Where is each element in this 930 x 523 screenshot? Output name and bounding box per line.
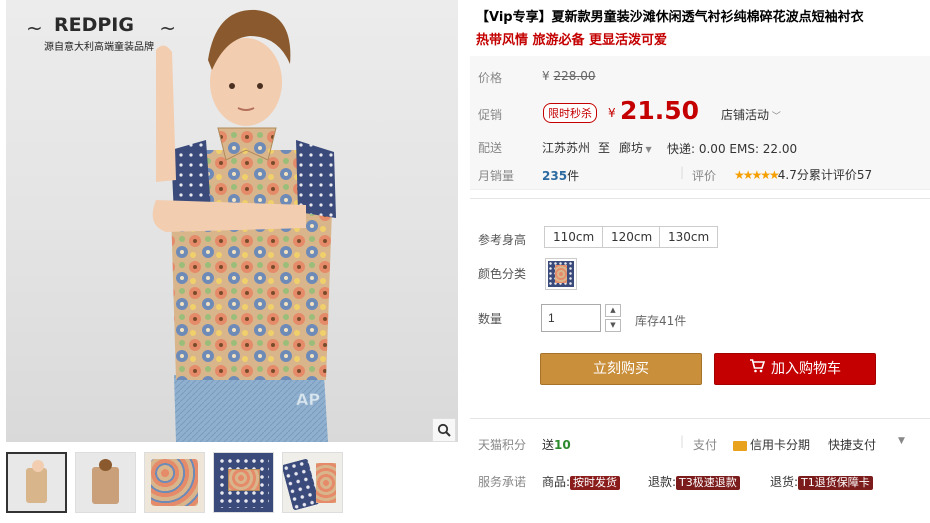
quantity-input[interactable]	[541, 304, 601, 332]
triangle-down-icon: ▼	[643, 145, 652, 154]
brand-tagline: 源自意大利高端童装品牌	[44, 42, 154, 53]
service-refund[interactable]: 退款: T3极速退款	[648, 473, 740, 490]
ship-from: 江苏苏州	[542, 141, 591, 155]
shipping-fee: 快递: 0.00 EMS: 22.00	[667, 142, 798, 156]
monthly-sales-label: 月销量	[478, 169, 515, 183]
cart-icon	[749, 354, 766, 384]
brand-logo: ~ REDPIG ~ 源自意大利高端童装品牌	[26, 8, 176, 53]
height-label: 参考身高	[478, 233, 527, 247]
service-return[interactable]: 退货: T1退货保障卡	[770, 473, 873, 490]
rating-summary[interactable]: ★★★★★4.7分累计评价57	[734, 166, 872, 183]
thumbnail-2[interactable]	[75, 452, 136, 513]
chevron-down-icon: ﹀	[769, 112, 781, 122]
promo-label: 促销	[478, 108, 503, 122]
ship-to-word: 至	[598, 141, 611, 155]
original-price: ¥ 228.00	[542, 69, 596, 83]
swirl-right-icon: ~	[159, 16, 176, 40]
color-option-swatch[interactable]	[545, 258, 577, 290]
quantity-label: 数量	[478, 312, 503, 326]
zoom-icon[interactable]	[432, 418, 456, 442]
credit-installment[interactable]: 信用卡分期	[733, 436, 810, 453]
store-promo-dropdown[interactable]: 店铺活动 ﹀	[721, 106, 781, 123]
service-label: 服务承诺	[478, 475, 527, 489]
quantity-increase-icon[interactable]: ▲	[605, 304, 621, 317]
quantity-decrease-icon[interactable]: ▼	[605, 319, 621, 332]
ship-to-select[interactable]: 廊坊 ▼	[619, 139, 652, 156]
size-option-130[interactable]: 130cm	[659, 226, 719, 248]
thumbnail-1[interactable]	[6, 452, 67, 513]
product-photo: AP	[152, 9, 336, 442]
shipping-label: 配送	[478, 141, 503, 155]
product-title: 【Vip专享】夏新款男童装沙滩休闲透气衬衫纯棉碎花波点短袖衬衣	[476, 10, 864, 25]
size-option-110[interactable]: 110cm	[544, 226, 604, 248]
buy-now-button[interactable]: 立刻购买	[540, 353, 702, 385]
size-option-120[interactable]: 120cm	[602, 226, 662, 248]
rating-label: 评价	[692, 169, 717, 183]
separator	[470, 418, 930, 419]
separator	[470, 198, 930, 199]
thumbnail-3[interactable]	[144, 452, 205, 513]
payment-label: 支付	[693, 438, 718, 452]
add-to-cart-button[interactable]: 加入购物车	[714, 353, 876, 385]
monthly-sales: 235件	[542, 169, 580, 183]
credit-card-icon	[733, 440, 747, 451]
price-label: 价格	[478, 71, 503, 85]
thumbnail-5[interactable]	[282, 452, 343, 513]
star-rating-icon: ★★★★★	[734, 168, 780, 182]
swirl-left-icon: ~	[26, 16, 43, 40]
add-to-cart-label: 加入购物车	[771, 361, 841, 377]
svg-text:AP: AP	[296, 390, 320, 409]
service-goods[interactable]: 商品: 按时发货	[542, 473, 621, 490]
divider: |	[680, 165, 685, 179]
promo-currency: ¥	[608, 106, 616, 120]
product-subtitle: 热带风情 旅游必备 更显活泼可爱	[476, 33, 668, 48]
thumbnail-4[interactable]	[213, 452, 274, 513]
color-label: 颜色分类	[478, 267, 527, 281]
payment-more-icon[interactable]: ▼	[898, 436, 905, 446]
divider: |	[680, 434, 685, 448]
thumbnail-strip	[6, 452, 343, 513]
promo-price: 21.50	[620, 96, 700, 125]
points-value: 送10	[542, 438, 571, 452]
flash-sale-tag: 限时秒杀	[543, 103, 597, 123]
brand-name: REDPIG	[54, 14, 134, 36]
main-product-image[interactable]: AP ~ REDPIG ~ 源自意大利高端童装品牌	[6, 0, 458, 442]
points-label: 天猫积分	[478, 438, 527, 452]
quick-pay[interactable]: 快捷支付	[828, 436, 876, 453]
stock-count: 库存41件	[635, 314, 687, 328]
